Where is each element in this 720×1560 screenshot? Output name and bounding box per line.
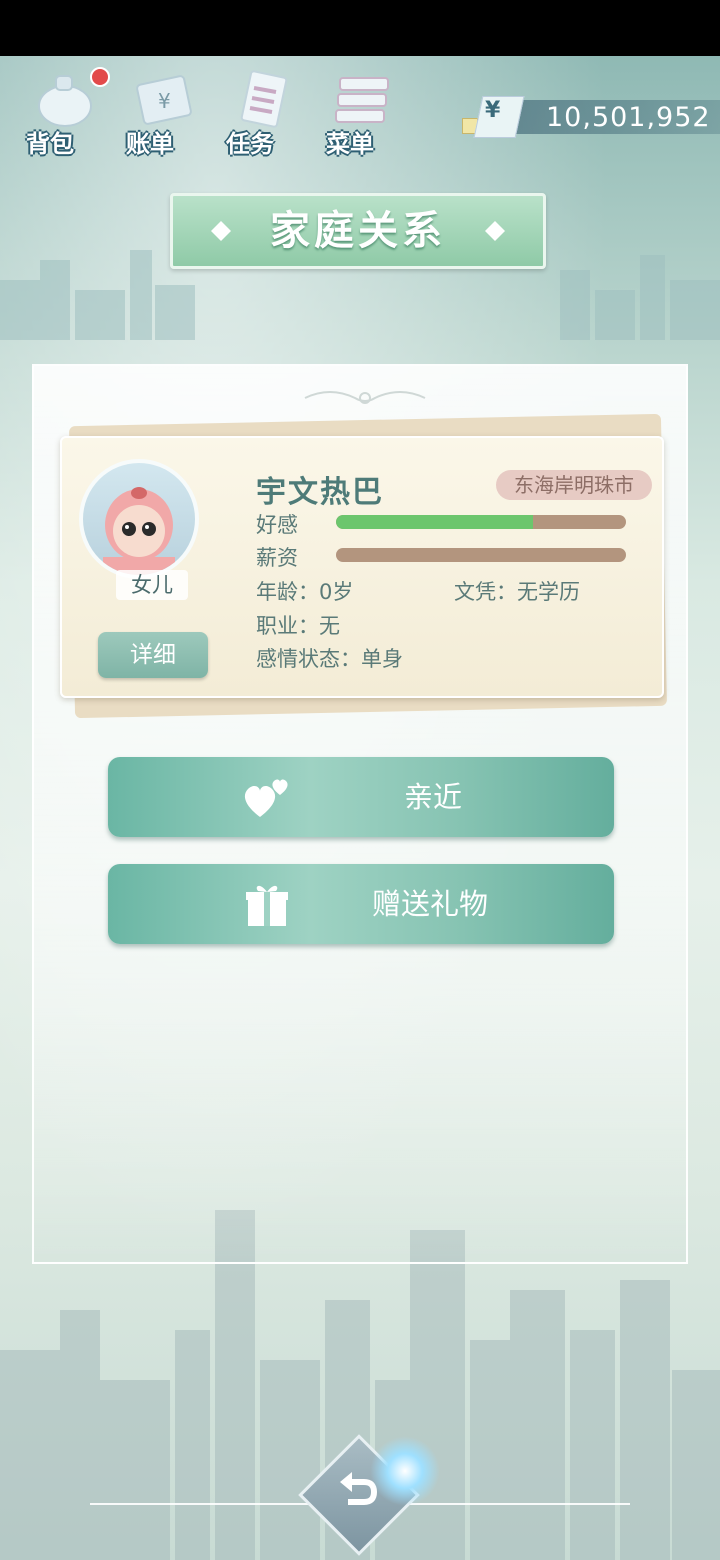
toolbar-bill-button[interactable]: ¥ 账单 xyxy=(110,64,202,160)
divider-right xyxy=(410,1503,630,1505)
notification-dot xyxy=(90,67,110,87)
page-title-banner: 家庭关系 xyxy=(170,193,546,269)
backpack-icon xyxy=(38,75,92,127)
salary-bar xyxy=(336,548,626,562)
affection-label: 好感 xyxy=(256,513,298,537)
diamond-icon xyxy=(485,221,505,241)
get-close-label: 亲近 xyxy=(404,780,463,814)
task-icon xyxy=(240,70,288,128)
give-gift-button[interactable]: 赠送礼物 xyxy=(108,864,614,944)
occupation-text: 职业：无 xyxy=(256,614,340,638)
toolbar-menu-button[interactable]: 菜单 xyxy=(310,64,402,160)
toolbar-label: 背包 xyxy=(26,130,74,158)
salary-label: 薪资 xyxy=(256,546,298,570)
bill-icon: ¥ xyxy=(136,75,192,125)
location-badge: 东海岸明珠市 xyxy=(496,470,652,500)
divider-left xyxy=(90,1503,310,1505)
character-name: 宇文热巴 xyxy=(256,475,384,510)
currency-symbol: ¥ xyxy=(485,98,501,123)
detail-button[interactable]: 详细 xyxy=(98,632,208,678)
toolbar-label: 账单 xyxy=(126,130,174,158)
svg-text:¥: ¥ xyxy=(158,89,171,113)
glow-effect xyxy=(370,1436,440,1506)
get-close-button[interactable]: 亲近 xyxy=(108,757,614,837)
baby-portrait-icon xyxy=(103,487,175,575)
age-text: 年龄：0岁 xyxy=(256,580,354,604)
give-gift-label: 赠送礼物 xyxy=(372,887,489,921)
affection-bar-fill xyxy=(336,515,534,529)
relationship-status-text: 感情状态：单身 xyxy=(256,647,403,671)
avatar[interactable] xyxy=(79,459,199,579)
relation-label: 女儿 xyxy=(116,570,188,600)
menu-icon xyxy=(335,77,389,123)
toolbar-backpack-button[interactable]: 背包 xyxy=(10,64,102,160)
affection-bar xyxy=(336,515,626,529)
toolbar-task-button[interactable]: 任务 xyxy=(210,64,302,160)
ornament-icon xyxy=(304,391,426,404)
toolbar-label: 任务 xyxy=(226,130,274,158)
currency-amount: 10,501,952 xyxy=(546,102,711,133)
currency-display: ¥ 10,501,952 xyxy=(462,96,720,140)
status-bar xyxy=(0,0,720,56)
toolbar-label: 菜单 xyxy=(326,130,374,158)
education-text: 文凭：无学历 xyxy=(454,580,580,604)
